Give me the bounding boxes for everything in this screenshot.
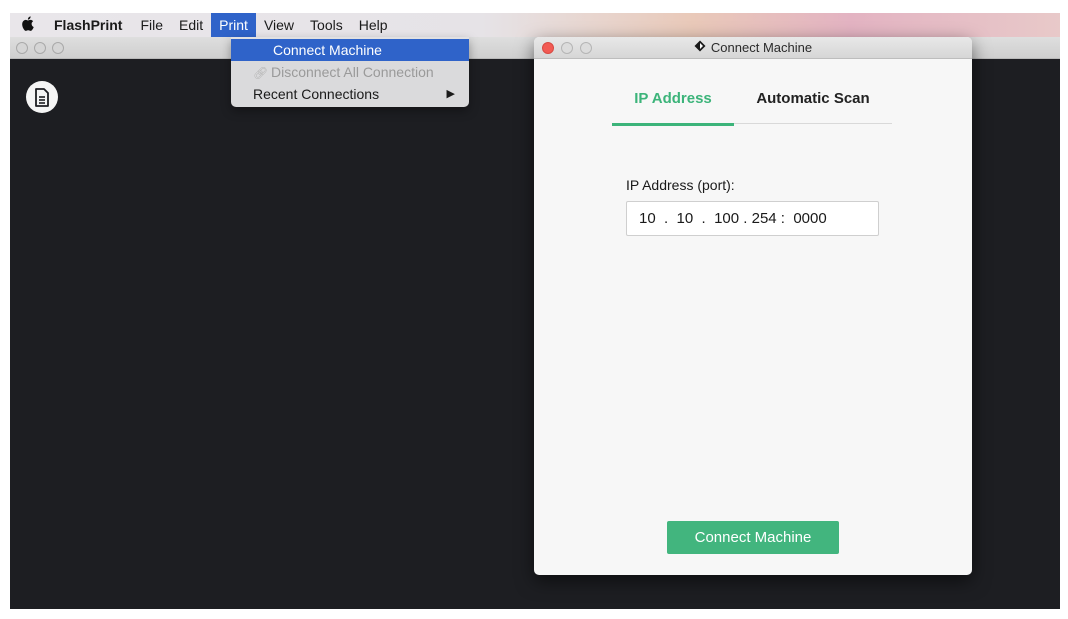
menu-help[interactable]: Help (351, 13, 396, 37)
connect-machine-button[interactable]: Connect Machine (667, 521, 839, 554)
main-minimize-button[interactable] (34, 42, 46, 54)
menu-tools[interactable]: Tools (302, 13, 351, 37)
ip-octet-1[interactable]: 10 (639, 210, 656, 227)
ip-address-input[interactable]: 10 . 10 . 100 . 254 : 0000 (626, 201, 879, 236)
menu-item-label: Recent Connections (253, 86, 380, 102)
menu-print[interactable]: Print (211, 13, 256, 37)
apple-logo-icon[interactable] (10, 15, 44, 35)
ip-address-label: IP Address (port): (626, 177, 735, 193)
document-button[interactable] (26, 81, 58, 113)
port-field[interactable]: 0000 (793, 210, 826, 227)
menu-item-disconnect-all: 🔗︎ Disconnect All Connection (231, 61, 469, 83)
dialog-window-controls (542, 42, 592, 54)
menu-item-label: Connect Machine (273, 42, 382, 58)
tab-automatic-scan[interactable]: Automatic Scan (734, 87, 892, 124)
ip-octet-3[interactable]: 100 (714, 210, 739, 227)
document-icon (35, 87, 49, 107)
main-window-controls (16, 42, 64, 54)
dialog-zoom-button[interactable] (580, 42, 592, 54)
diamond-icon (694, 37, 706, 59)
menu-bar: FlashPrint File Edit Print View Tools He… (10, 13, 1060, 37)
main-zoom-button[interactable] (52, 42, 64, 54)
menu-file[interactable]: File (132, 13, 171, 37)
menu-item-recent-connections[interactable]: Recent Connections ▶ (231, 83, 469, 105)
submenu-arrow-icon: ▶ (446, 88, 455, 100)
menu-flashprint[interactable]: FlashPrint (44, 13, 132, 37)
link-icon: 🔗︎ (253, 66, 269, 80)
dialog-titlebar: Connect Machine (534, 37, 972, 59)
print-menu-dropdown: Connect Machine 🔗︎ Disconnect All Connect… (231, 37, 469, 107)
menu-item-connect-machine[interactable]: Connect Machine (231, 39, 469, 61)
dialog-title: Connect Machine (710, 40, 813, 55)
menu-item-label: Disconnect All Connection (271, 64, 434, 80)
dialog-close-button[interactable] (542, 42, 554, 54)
dialog-minimize-button[interactable] (561, 42, 573, 54)
tab-ip-address[interactable]: IP Address (612, 87, 734, 126)
ip-octet-2[interactable]: 10 (677, 210, 694, 227)
main-close-button[interactable] (16, 42, 28, 54)
connect-machine-dialog: Connect Machine IP Address Automatic Sca… (534, 37, 972, 575)
ip-octet-4[interactable]: 254 (752, 210, 777, 227)
menu-view[interactable]: View (256, 13, 302, 37)
dialog-tabs: IP Address Automatic Scan (612, 87, 892, 126)
menu-edit[interactable]: Edit (171, 13, 211, 37)
